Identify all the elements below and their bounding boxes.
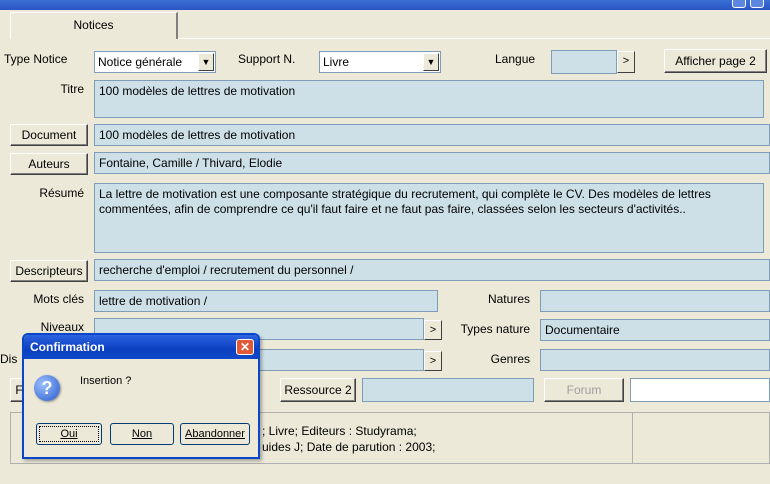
afficher-page2-button[interactable]: Afficher page 2 — [664, 49, 767, 73]
langue-field[interactable] — [551, 50, 617, 74]
non-button[interactable]: Non — [110, 423, 174, 445]
resume-field[interactable]: La lettre de motivation est une composan… — [94, 183, 764, 253]
type-notice-select[interactable]: Notice générale ▼ — [94, 51, 216, 73]
tab-notices[interactable]: Notices — [10, 12, 178, 39]
ressource2-button[interactable]: Ressource 2 — [280, 378, 356, 402]
minimize-button[interactable] — [732, 0, 746, 8]
ressource2-field[interactable] — [362, 378, 534, 402]
maximize-button[interactable] — [750, 0, 764, 8]
types-nature-field[interactable]: Documentaire — [540, 319, 770, 341]
dialog-title: Confirmation — [24, 335, 258, 359]
chevron-down-icon[interactable]: ▼ — [198, 53, 214, 71]
dialog-message: Insertion ? — [80, 375, 132, 387]
oui-button[interactable]: Oui — [36, 423, 102, 445]
titre-field[interactable]: 100 modèles de lettres de motivation — [94, 80, 764, 118]
mots-cles-field[interactable]: lettre de motivation / — [94, 290, 438, 312]
support-select[interactable]: Livre ▼ — [319, 51, 441, 73]
niveaux-picker-button[interactable]: > — [424, 320, 442, 340]
document-field[interactable]: 100 modèles de lettres de motivation — [94, 124, 770, 146]
titre-label: Titre — [60, 82, 84, 96]
langue-label: Langue — [495, 52, 536, 66]
summary-divider — [632, 412, 633, 464]
genres-field[interactable] — [540, 349, 770, 371]
natures-field[interactable] — [540, 290, 770, 312]
close-icon[interactable]: ✕ — [236, 339, 254, 355]
document-button[interactable]: Document — [10, 124, 88, 146]
summary-line-1: ; Livre; Editeurs : Studyrama; — [262, 424, 417, 438]
chevron-down-icon[interactable]: ▼ — [423, 53, 439, 71]
tab-label: Notices — [73, 18, 114, 32]
auteurs-field[interactable]: Fontaine, Camille / Thivard, Elodie — [94, 152, 770, 174]
types-nature-label: Types nature — [460, 322, 530, 336]
descripteurs-button[interactable]: Descripteurs — [10, 260, 88, 282]
natures-label: Natures — [487, 292, 530, 306]
tab-divider — [178, 38, 770, 39]
non-label: Non — [131, 428, 153, 440]
confirmation-dialog: Confirmation ✕ ? Insertion ? Oui Non Aba… — [22, 333, 260, 459]
forum-field[interactable] — [630, 378, 770, 402]
window-titlebar — [0, 0, 770, 10]
question-icon: ? — [34, 375, 60, 401]
niveaux-label: Niveaux — [40, 320, 84, 334]
summary-line-2: uides J; Date de parution : 2003; — [262, 440, 436, 454]
resume-label: Résumé — [39, 186, 84, 200]
disciplines-label: Dis — [0, 352, 18, 366]
forum-button[interactable]: Forum — [544, 378, 624, 402]
abandonner-button[interactable]: Abandonner — [180, 423, 250, 445]
mots-cles-label: Mots clés — [33, 292, 84, 306]
type-notice-label: Type Notice — [4, 52, 68, 66]
support-value: Livre — [323, 55, 350, 69]
langue-picker-button[interactable]: > — [617, 51, 635, 73]
descripteurs-field[interactable]: recherche d'emploi / recrutement du pers… — [94, 259, 770, 281]
genres-label: Genres — [490, 352, 530, 366]
abandonner-label: Abandonner — [185, 428, 245, 440]
support-label: Support N. — [238, 52, 296, 66]
auteurs-button[interactable]: Auteurs — [10, 153, 88, 175]
type-notice-value: Notice générale — [98, 55, 183, 69]
disciplines-picker-button[interactable]: > — [424, 351, 442, 371]
oui-label: Oui — [60, 428, 78, 440]
